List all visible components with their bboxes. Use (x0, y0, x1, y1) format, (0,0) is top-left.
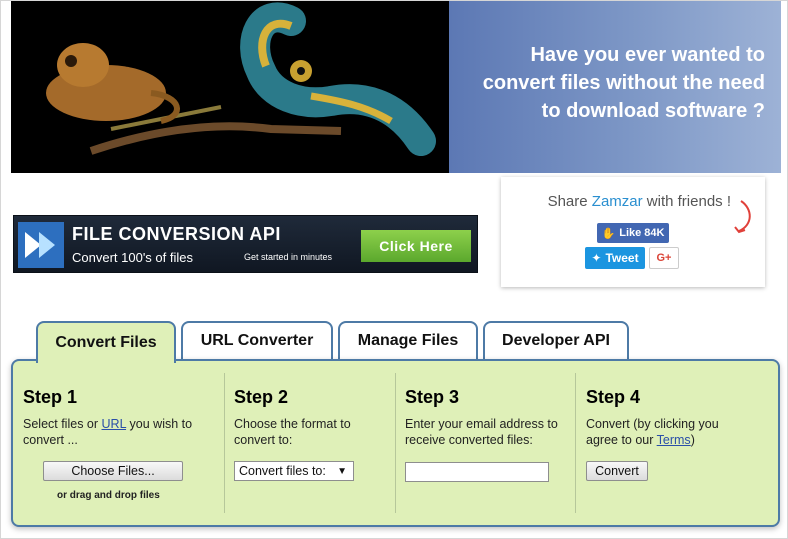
thumbs-up-icon: ✋ (601, 227, 616, 240)
step-2-text: Choose the format to convert to: (234, 417, 351, 447)
ad-title: FILE CONVERSION API (72, 224, 281, 244)
format-select-value: Convert files to: (239, 464, 326, 478)
step-divider (224, 373, 225, 513)
tab-developer-api[interactable]: Developer API (483, 321, 629, 359)
hero-banner: Have you ever wanted to convert files wi… (11, 1, 781, 173)
tweet-button[interactable]: ✦ Tweet (585, 247, 645, 269)
terms-link[interactable]: Terms (657, 433, 691, 447)
facebook-like-button[interactable]: ✋ Like 84K (597, 223, 669, 243)
step-2-title: Step 2 (234, 387, 289, 407)
step-1-title: Step 1 (23, 387, 78, 407)
step-4-text-b: ) (690, 433, 695, 447)
step-3-title: Step 3 (405, 387, 460, 407)
share-title: Share Zamzar with friends ! (501, 193, 731, 210)
step-3: Step 3 Enter your email address to recei… (405, 371, 575, 519)
tab-url-converter[interactable]: URL Converter (181, 321, 333, 359)
url-link[interactable]: URL (102, 417, 127, 431)
tweet-label: Tweet (605, 251, 639, 265)
step-1-text: Select files or URL you wish to convert … (23, 416, 219, 448)
share-brand[interactable]: Zamzar (592, 193, 643, 210)
tab-convert-files[interactable]: Convert Files (36, 321, 176, 363)
twitter-bird-icon: ✦ (591, 251, 602, 265)
step-divider (575, 373, 576, 513)
ad-small-text: Get started in minutes (244, 252, 333, 262)
email-input[interactable] (405, 462, 549, 482)
ad-subtitle: Convert 100's of files (72, 250, 193, 265)
ad-click-here-button[interactable]: Click Here (361, 230, 471, 262)
gplus-label: G+ (656, 252, 672, 264)
file-conversion-api-ad[interactable]: FILE CONVERSION API Convert 100's of fil… (13, 215, 478, 273)
step-3-text: Enter your email address to receive conv… (405, 417, 558, 447)
hero-line-2: convert files without the need (482, 72, 765, 94)
hero-line-3: to download software ? (541, 100, 765, 122)
step-2: Step 2 Choose the format to convert to: (234, 371, 394, 519)
step-1-text-a: Select files or (23, 417, 102, 431)
step-4-text-a: Convert (by clicking you agree to our (586, 417, 719, 447)
choose-files-button[interactable]: Choose Files... (43, 461, 183, 481)
tab-manage-files[interactable]: Manage Files (338, 321, 478, 359)
fast-forward-icon (18, 222, 64, 268)
chameleon-photo (11, 1, 449, 173)
like-label: Like 84K (619, 227, 665, 239)
drag-drop-note: or drag and drop files (57, 490, 160, 501)
step-divider (395, 373, 396, 513)
share-suffix: with friends ! (642, 193, 731, 210)
hero-headline: Have you ever wanted to convert files wi… (425, 41, 765, 125)
chameleon-illustration (11, 1, 449, 173)
convert-panel: Step 1 Select files or URL you wish to c… (11, 359, 780, 527)
step-4: Step 4 Convert (by clicking you agree to… (586, 371, 746, 519)
share-box: Share Zamzar with friends ! ✋ Like 84K ✦… (501, 177, 765, 287)
step-4-title: Step 4 (586, 387, 641, 407)
curved-arrow-icon (734, 200, 751, 234)
dropdown-arrow-icon: ▼ (337, 465, 347, 477)
hero-line-1: Have you ever wanted to (530, 44, 765, 66)
format-select[interactable]: Convert files to: ▼ (234, 461, 354, 481)
convert-button[interactable]: Convert (586, 461, 648, 481)
share-prefix: Share (547, 193, 592, 210)
google-plus-button[interactable]: G+ (649, 247, 679, 269)
step-4-text: Convert (by clicking you agree to our Te… (586, 416, 746, 448)
